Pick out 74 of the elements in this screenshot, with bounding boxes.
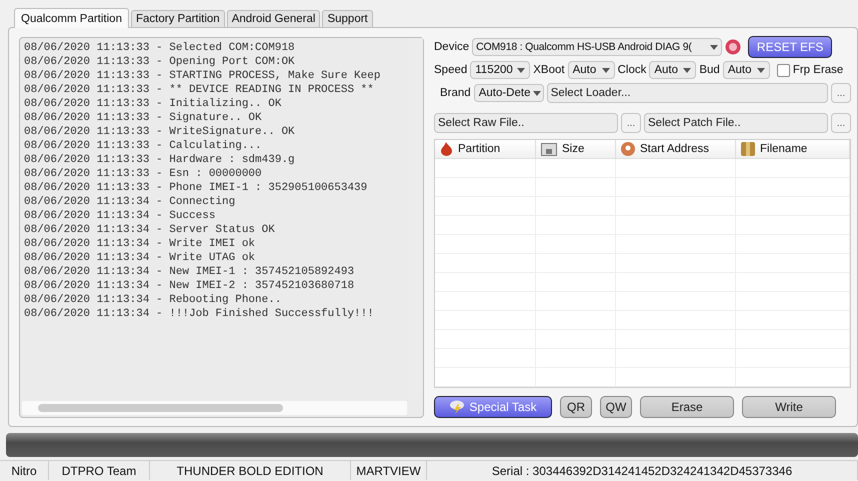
action-button[interactable]: Erase [640,396,734,418]
device-dropdown[interactable]: COM918 : Qualcomm HS-USB Android DIAG 9( [472,38,722,56]
checkbox[interactable] [776,64,790,76]
column-header[interactable]: Start Address [616,140,736,158]
status-text: THUNDER BOLD EDITION [150,461,351,480]
field-label: Brand [440,87,471,99]
loader-field[interactable]: Select Loader... [546,83,828,103]
column-label: Size [562,143,584,155]
horizontal-scrollbar[interactable] [22,401,407,415]
patch-file-field[interactable]: Select Patch File.. [644,113,828,133]
dropdown[interactable]: 115200 [470,61,530,79]
caret-icon [533,90,542,96]
field-label: Clock [618,64,646,76]
caret-icon [756,68,765,72]
log-line: 08/06/2020 11:13:33 - Signature.. OK [24,111,263,125]
column-header[interactable]: Filename [736,140,850,158]
tab[interactable]: Android General [226,10,320,27]
package-icon [741,142,755,156]
log-line: 08/06/2020 11:13:33 - Esn : 00000000 [24,167,263,181]
log-line: 08/06/2020 11:13:33 - Phone IMEI-1 : 352905100653439 [24,181,368,195]
log-line: 08/06/2020 11:13:34 - Connecting [24,195,236,209]
plug-icon[interactable] [725,39,742,55]
location-pin-icon [621,142,635,156]
caret-icon [683,68,692,72]
dropdown[interactable]: Auto [568,61,615,79]
field-label: Bud [699,64,720,76]
log-line: 08/06/2020 11:13:33 - STARTING PROCESS, Make Sure Keep [24,69,382,83]
reset-efs-button[interactable]: RESET EFS [748,36,832,58]
log-line: 08/06/2020 11:13:34 - Server Status OK [24,223,276,237]
log-line: 08/06/2020 11:13:34 - Success [24,209,216,223]
log-line: 08/06/2020 11:13:33 - Opening Port COM:OK [24,55,296,69]
column-header[interactable]: Size [536,140,616,158]
browse-button[interactable]: ... [831,113,851,133]
field-label: Device [434,41,470,53]
action-button[interactable]: QW [600,396,632,418]
browse-button[interactable]: ... [621,113,641,133]
column-label: Filename [760,143,808,155]
action-button[interactable]: Write [742,396,836,418]
field-label: XBoot [533,64,565,76]
column-header[interactable]: Partition [435,140,536,158]
column-label: Start Address [640,143,710,155]
status-text: DTPRO Team [49,461,150,480]
log-line: 08/06/2020 11:13:34 - Write UTAG ok [24,251,256,265]
browse-button[interactable]: ... [831,83,851,103]
column-label: Partition [458,143,500,155]
log-line: 08/06/2020 11:13:34 - New IMEI-1 : 357452105892493 [24,265,356,279]
caret-icon [710,44,718,50]
log-line: 08/06/2020 11:13:34 - Rebooting Phone.. [24,293,282,307]
caret-icon [602,68,610,72]
status-text: Nitro [0,461,49,480]
action-button[interactable]: Special Task [434,396,552,418]
caret-icon [517,68,526,72]
brand-dropdown[interactable]: Auto-Dete [474,84,544,102]
log-line: 08/06/2020 11:13:33 - Hardware : sdm439.g [24,153,296,167]
log-line: 08/06/2020 11:13:33 - WriteSignature.. OK [24,125,296,139]
status-text: MARTVIEW [351,461,427,480]
raw-file-field[interactable]: Select Raw File.. [434,113,618,133]
tab[interactable]: Support [322,10,373,27]
status-text: Serial : 303446392D314241452D324241342D45373346 [427,461,858,480]
dropdown[interactable]: Auto [649,61,696,79]
action-button[interactable]: QR [560,396,592,418]
tab[interactable]: Qualcomm Partition [14,8,129,28]
lightning-cloud-icon [449,400,466,414]
log-line: 08/06/2020 11:13:34 - !!!Job Finished Successfully!!! [24,307,375,321]
log-line: 08/06/2020 11:13:33 - Selected COM:COM918 [24,41,296,55]
log-line: 08/06/2020 11:13:34 - Write IMEI ok [24,237,256,251]
log-line: 08/06/2020 11:13:33 - Calculating... [24,139,263,153]
tab[interactable]: Factory Partition [130,10,225,27]
log-line: 08/06/2020 11:13:33 - ** DEVICE READING IN PROCESS ** [24,83,375,97]
dropdown[interactable]: Auto [722,61,770,79]
field-label: Speed [434,64,468,76]
log-line: 08/06/2020 11:13:33 - Initializing.. OK [24,97,282,111]
log-line: 08/06/2020 11:13:34 - New IMEI-2 : 357452103680718 [24,279,356,293]
checkbox-label: Frp Erase [792,64,844,76]
